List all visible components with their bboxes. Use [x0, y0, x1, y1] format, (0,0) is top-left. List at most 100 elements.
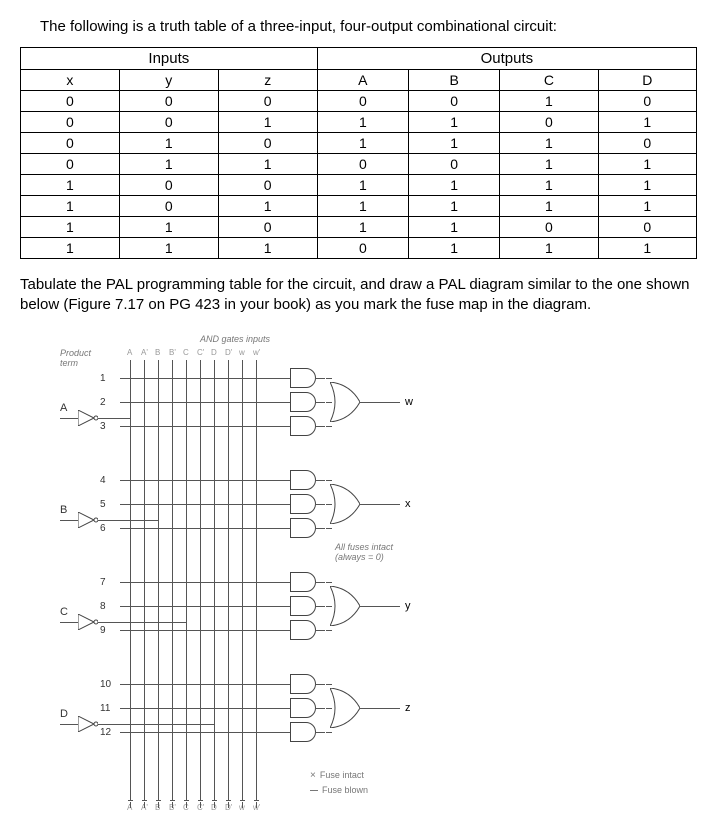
table-cell: 1	[409, 238, 500, 259]
table-cell: 1	[218, 112, 317, 133]
or-gate-icon	[330, 586, 360, 626]
col-label: w	[239, 348, 245, 357]
input-label: C	[60, 606, 68, 618]
table-row: 1110111	[21, 238, 697, 259]
table-cell: 1	[21, 175, 120, 196]
table-row: 1001111	[21, 175, 697, 196]
table-row: 0000010	[21, 91, 697, 112]
or-gate-icon	[330, 484, 360, 524]
product-number: 7	[100, 577, 106, 588]
and-gate-icon	[290, 596, 316, 616]
col-label: B	[155, 348, 160, 357]
table-cell: 1	[317, 217, 408, 238]
table-cell: 1	[317, 196, 408, 217]
table-cell: 1	[119, 133, 218, 154]
outputs-header: Outputs	[317, 48, 696, 70]
output-line	[360, 708, 400, 709]
and-gate-icon	[290, 494, 316, 514]
table-cell: 0	[119, 175, 218, 196]
table-cell: 1	[598, 154, 696, 175]
col-label: D	[211, 348, 217, 357]
table-cell: 1	[500, 196, 598, 217]
table-cell: 1	[598, 238, 696, 259]
col-b: B	[409, 70, 500, 91]
table-cell: 0	[21, 112, 120, 133]
table-cell: 0	[119, 112, 218, 133]
header-row: x y z A B C D	[21, 70, 697, 91]
table-cell: 0	[598, 91, 696, 112]
table-cell: 1	[317, 133, 408, 154]
output-label: x	[405, 498, 411, 510]
table-cell: 0	[500, 217, 598, 238]
instruction-text: Tabulate the PAL programming table for t…	[20, 275, 697, 314]
table-cell: 1	[218, 238, 317, 259]
table-cell: 0	[409, 154, 500, 175]
product-number: 1	[100, 373, 106, 384]
product-number: 2	[100, 397, 106, 408]
product-number: 12	[100, 727, 111, 738]
product-line	[120, 708, 290, 709]
intro-text: The following is a truth table of a thre…	[40, 18, 697, 35]
product-number: 6	[100, 523, 106, 534]
product-number: 4	[100, 475, 106, 486]
table-cell: 1	[598, 175, 696, 196]
and-gate-icon	[290, 572, 316, 592]
col-label: D'	[225, 348, 232, 357]
buffer-icon	[78, 410, 98, 426]
and-gate-icon	[290, 518, 316, 538]
input-label: D	[60, 708, 68, 720]
table-cell: 1	[317, 175, 408, 196]
col-c: C	[500, 70, 598, 91]
product-line	[120, 684, 290, 685]
all-fuses-label: All fuses intact (always = 0)	[335, 542, 415, 562]
output-label: w	[405, 396, 413, 408]
input-label: A	[60, 402, 67, 414]
table-row: 0101110	[21, 133, 697, 154]
table-cell: 0	[21, 133, 120, 154]
and-gate-icon	[290, 416, 316, 436]
product-line	[120, 630, 290, 631]
legend-blown: Fuse blown	[310, 785, 368, 795]
and-gates-label: AND gates inputs	[200, 334, 270, 344]
buffer-icon	[78, 512, 98, 528]
table-cell: 0	[218, 133, 317, 154]
table-cell: 0	[119, 91, 218, 112]
table-cell: 1	[500, 91, 598, 112]
pal-diagram: AND gates inputs Product term AAA'A'BBB'…	[60, 330, 460, 810]
table-row: 0110011	[21, 154, 697, 175]
table-cell: 1	[119, 238, 218, 259]
and-gate-icon	[290, 368, 316, 388]
col-x: x	[21, 70, 120, 91]
table-cell: 1	[500, 133, 598, 154]
and-gate-icon	[290, 392, 316, 412]
table-cell: 1	[500, 175, 598, 196]
table-cell: 0	[317, 91, 408, 112]
product-line	[120, 426, 290, 427]
product-number: 9	[100, 625, 106, 636]
product-number: 5	[100, 499, 106, 510]
table-cell: 1	[409, 217, 500, 238]
and-gate-icon	[290, 722, 316, 742]
product-number: 10	[100, 679, 111, 690]
table-cell: 0	[218, 175, 317, 196]
output-label: y	[405, 600, 411, 612]
product-term-label: Product term	[60, 348, 100, 368]
table-cell: 1	[409, 196, 500, 217]
col-label: C	[183, 348, 189, 357]
table-cell: 1	[218, 154, 317, 175]
table-cell: 0	[218, 217, 317, 238]
truth-table: Inputs Outputs x y z A B C D 00000100011…	[20, 47, 697, 259]
and-gate-icon	[290, 620, 316, 640]
output-line	[360, 402, 400, 403]
table-cell: 0	[21, 154, 120, 175]
buffer-icon	[78, 614, 98, 630]
table-cell: 0	[598, 133, 696, 154]
product-line	[120, 606, 290, 607]
table-cell: 0	[119, 196, 218, 217]
table-row: 1011111	[21, 196, 697, 217]
table-row: 0011101	[21, 112, 697, 133]
table-cell: 1	[21, 217, 120, 238]
table-cell: 1	[21, 238, 120, 259]
col-label: w'	[253, 348, 260, 357]
inputs-header: Inputs	[21, 48, 318, 70]
